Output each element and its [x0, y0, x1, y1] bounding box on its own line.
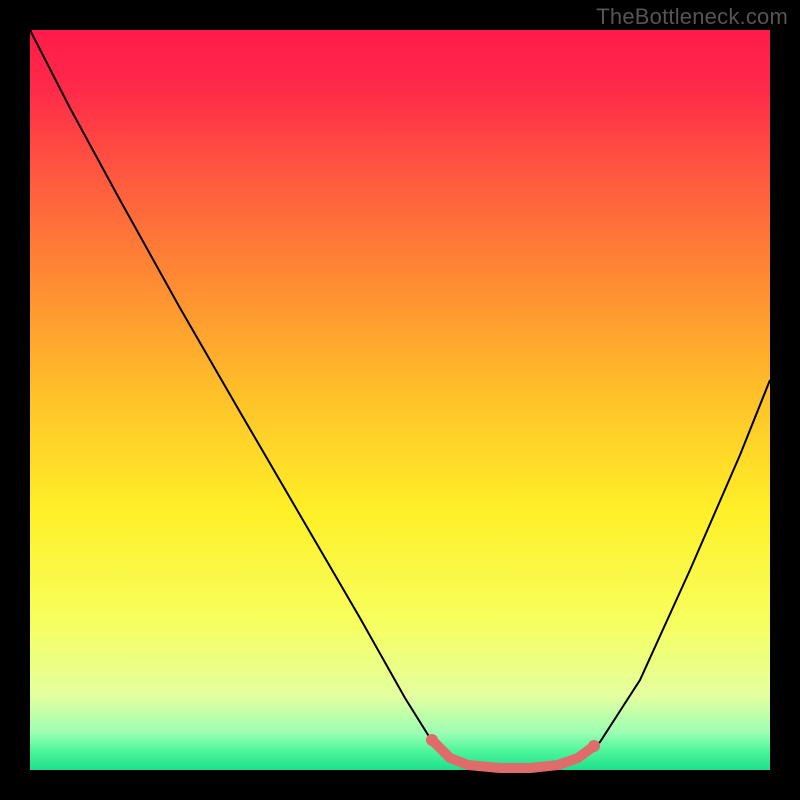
bottleneck-chart	[0, 0, 800, 800]
highlight-dot	[426, 734, 438, 746]
chart-stage: TheBottleneck.com	[0, 0, 800, 800]
watermark-text: TheBottleneck.com	[596, 4, 788, 30]
plot-background	[30, 30, 770, 770]
highlight-dot	[588, 740, 600, 752]
